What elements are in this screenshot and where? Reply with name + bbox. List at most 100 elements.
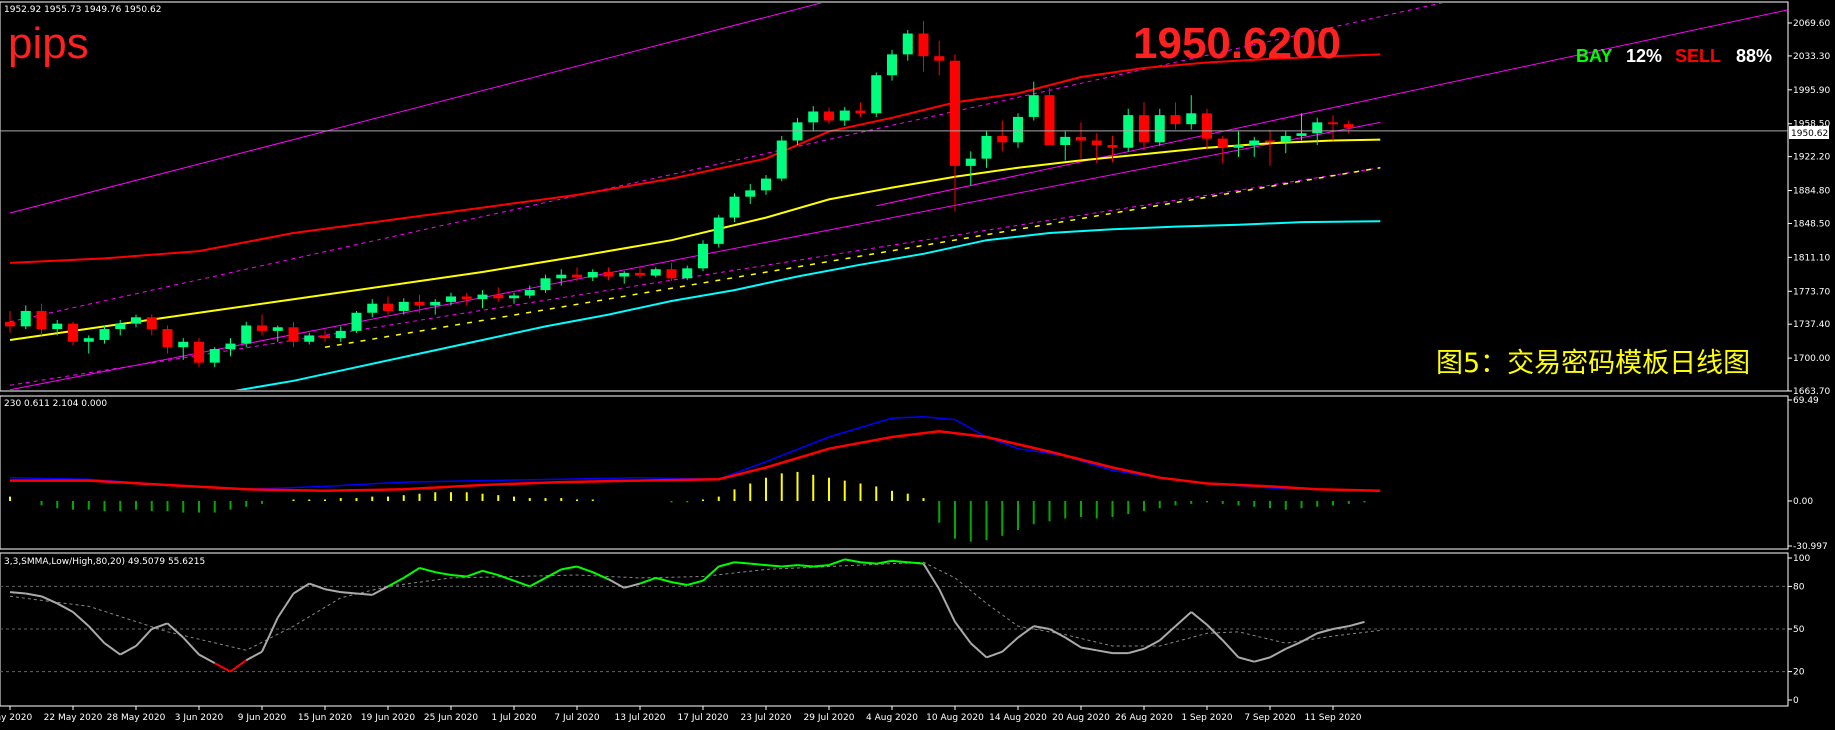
candle-body: [257, 325, 267, 331]
stochastic-main-segment: [781, 564, 798, 568]
price-tick-label: 1737.40: [1793, 320, 1830, 330]
stochastic-main-segment: [356, 592, 373, 596]
candle-body: [792, 122, 803, 141]
candle-body: [99, 329, 110, 340]
candle-body: [1123, 115, 1134, 148]
candle-body: [1013, 116, 1023, 143]
price-tick-label: 1848.50: [1793, 219, 1830, 229]
candle-body: [351, 312, 362, 331]
sell-percent: 88%: [1736, 46, 1772, 66]
candle-body: [776, 140, 787, 179]
candle-body: [556, 274, 567, 279]
stochastic-main-segment: [340, 591, 357, 595]
stochastic-tick-label: 20: [1793, 668, 1805, 678]
candle-body: [209, 349, 220, 363]
trading-chart[interactable]: 2069.602033.301995.901958.501922.201884.…: [0, 0, 1835, 730]
candle-body: [320, 335, 330, 339]
date-tick-label: 29 Jul 2020: [804, 713, 855, 723]
candle-body: [682, 268, 693, 279]
price-tick-label: 1811.10: [1793, 253, 1830, 263]
date-tick-label: 22 May 2020: [44, 713, 103, 723]
candle-body: [902, 33, 913, 55]
candle-body: [272, 327, 283, 331]
candle-body: [68, 323, 78, 342]
current-price-tag-text: 1950.62: [1791, 129, 1828, 139]
candle-body: [304, 335, 315, 342]
candle-body: [824, 111, 834, 121]
candle-body: [713, 217, 724, 244]
candle-body: [1312, 122, 1323, 134]
candle-body: [36, 310, 47, 330]
date-tick-label: 14 Aug 2020: [989, 713, 1047, 723]
candle-body: [603, 271, 614, 277]
candle-body: [666, 269, 677, 279]
date-tick-label: 20 Aug 2020: [1052, 713, 1110, 723]
price-tick-label: 1995.90: [1793, 86, 1830, 96]
date-tick-label: 7 Jul 2020: [554, 713, 599, 723]
stochastic-main-segment: [891, 559, 908, 564]
candle-body: [1044, 95, 1055, 146]
candle-body: [934, 56, 945, 61]
price-tick-label: 1700.00: [1793, 354, 1830, 364]
candle-body: [115, 323, 126, 330]
candle-body: [587, 271, 598, 278]
candle-body: [52, 323, 63, 330]
candle-body: [950, 60, 960, 166]
candle-body: [1091, 140, 1102, 146]
candle-body: [1202, 113, 1212, 139]
candle-body: [1249, 140, 1260, 146]
candle-body: [20, 310, 31, 327]
candle-body: [414, 301, 425, 306]
candle-body: [288, 327, 299, 342]
date-tick-label: 1 Sep 2020: [1181, 713, 1233, 723]
candle-body: [1154, 115, 1165, 143]
candle-body: [1343, 124, 1354, 128]
stochastic-tick-label: 80: [1793, 582, 1805, 592]
date-tick-label: 9 Jun 2020: [238, 713, 287, 723]
date-tick-label: 13 Jul 2020: [615, 713, 666, 723]
candle-body: [839, 110, 850, 121]
candle-body: [1139, 115, 1149, 143]
candle-body: [225, 343, 236, 350]
candle-body: [871, 75, 882, 114]
date-tick-label: 25 Jun 2020: [424, 713, 478, 723]
stochastic-tick-label: 0: [1793, 696, 1799, 706]
candle-body: [1170, 115, 1181, 125]
candle-body: [1265, 140, 1275, 143]
candle-body: [1028, 95, 1039, 117]
date-tick-label: 11 Sep 2020: [1304, 713, 1361, 723]
candle-body: [335, 330, 346, 339]
macd-header: 230 0.611 2.104 0.000: [4, 399, 107, 409]
candle-body: [1233, 145, 1244, 148]
candle-body: [1217, 138, 1228, 148]
candle-body: [761, 178, 771, 191]
candle-body: [1296, 133, 1307, 136]
sell-label: SELL: [1675, 46, 1721, 66]
stochastic-main-segment: [860, 561, 877, 565]
candle-body: [572, 274, 582, 278]
candle-body: [131, 317, 141, 324]
date-tick-label: 23 Jul 2020: [741, 713, 792, 723]
candle-body: [83, 338, 94, 342]
candle-body: [808, 111, 819, 123]
candle-body: [383, 303, 393, 311]
candle-body: [146, 317, 157, 330]
candle-body: [1107, 145, 1118, 148]
date-tick-label: 4 Aug 2020: [866, 713, 918, 723]
candle-body: [1186, 113, 1197, 125]
stochastic-main-segment: [450, 574, 467, 578]
price-tick-label: 1773.70: [1793, 287, 1830, 297]
candle-body: [162, 329, 173, 348]
candle-body: [241, 325, 252, 344]
candle-body: [430, 301, 441, 306]
candle-body: [509, 295, 519, 299]
candle-body: [446, 296, 456, 302]
stochastic-main-segment: [750, 562, 767, 567]
bay-label: BAY: [1576, 46, 1612, 66]
candle-body: [493, 294, 504, 299]
bay-percent: 12%: [1626, 46, 1662, 66]
candle-body: [461, 296, 472, 300]
candle-body: [981, 135, 992, 159]
macd-tick-label: 0.00: [1793, 497, 1813, 507]
date-tick-label: 1 Jul 2020: [491, 713, 536, 723]
